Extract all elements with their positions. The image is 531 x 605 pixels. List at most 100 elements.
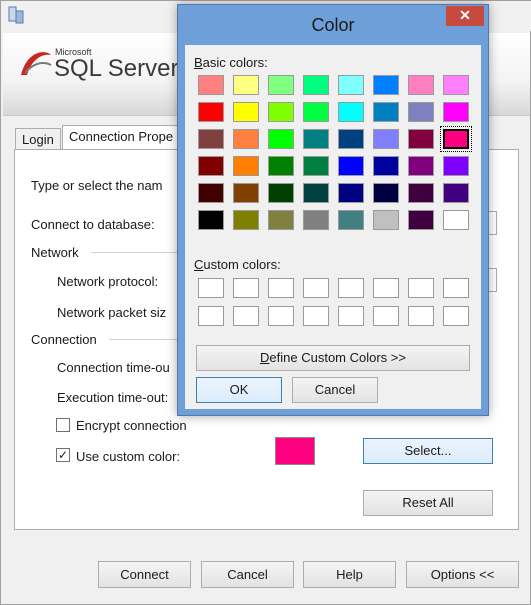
ok-button[interactable]: OK [196,377,282,403]
encrypt-connection-label: Encrypt connection [76,418,187,433]
color-dialog-title: Color [311,15,355,35]
basic-color-swatch[interactable] [443,102,469,122]
connection-group-divider [109,339,181,340]
reset-all-button[interactable]: Reset All [363,490,493,516]
basic-color-swatch[interactable] [443,156,469,176]
basic-color-swatch[interactable] [198,102,224,122]
basic-color-swatch[interactable] [303,156,329,176]
close-icon[interactable]: ✕ [446,6,484,26]
connect-button[interactable]: Connect [98,561,191,588]
network-group-label: Network [31,245,79,260]
basic-color-swatch[interactable] [408,75,434,95]
options-button[interactable]: Options << [406,561,519,588]
connection-timeout-label: Connection time-ou [57,360,170,375]
custom-color-slot[interactable] [303,278,329,298]
basic-color-swatch[interactable] [338,183,364,203]
type-or-select-label: Type or select the nam [31,178,163,193]
packet-size-label: Network packet siz [57,305,167,320]
color-dialog: Color ✕ Basic colors: Custom colors: Def… [177,4,489,416]
basic-color-swatch[interactable] [440,126,472,152]
custom-color-slot[interactable] [198,306,224,326]
network-group-divider [91,252,181,253]
basic-color-swatch[interactable] [408,210,434,230]
custom-color-slot[interactable] [443,306,469,326]
basic-color-swatch[interactable] [233,210,259,230]
basic-color-swatch[interactable] [268,129,294,149]
basic-color-swatch[interactable] [303,102,329,122]
basic-color-swatch[interactable] [268,156,294,176]
basic-color-swatch[interactable] [373,156,399,176]
basic-color-swatch[interactable] [233,102,259,122]
basic-color-swatch[interactable] [373,102,399,122]
custom-color-slot[interactable] [268,278,294,298]
basic-color-swatch[interactable] [338,75,364,95]
custom-color-slot[interactable] [443,278,469,298]
custom-colors-label: Custom colors: [194,257,281,272]
basic-color-swatch[interactable] [338,129,364,149]
custom-colors-grid [198,278,474,330]
basic-color-swatch[interactable] [408,129,434,149]
use-custom-color-label: Use custom color: [76,449,181,464]
custom-color-slot[interactable] [233,306,259,326]
basic-color-swatch[interactable] [303,183,329,203]
execution-timeout-label: Execution time-out: [57,390,169,405]
help-button[interactable]: Help [303,561,396,588]
basic-color-swatch[interactable] [373,75,399,95]
basic-color-swatch[interactable] [268,183,294,203]
basic-color-swatch[interactable] [198,156,224,176]
cancel-button[interactable]: Cancel [201,561,294,588]
custom-color-slot[interactable] [373,278,399,298]
basic-color-swatch[interactable] [443,210,469,230]
encrypt-connection-checkbox[interactable] [56,418,70,432]
basic-color-swatch[interactable] [198,129,224,149]
basic-color-swatch[interactable] [268,210,294,230]
custom-color-slot[interactable] [198,278,224,298]
connection-group-label: Connection [31,332,97,347]
custom-color-slot[interactable] [233,278,259,298]
dialog-cancel-button[interactable]: Cancel [292,377,378,403]
basic-color-swatch[interactable] [303,129,329,149]
tab-connection-properties[interactable]: Connection Prope [62,125,182,150]
color-dialog-body: Basic colors: Custom colors: Define Cust… [185,45,481,409]
basic-color-swatch[interactable] [373,183,399,203]
basic-color-swatch[interactable] [198,75,224,95]
basic-color-swatch[interactable] [408,102,434,122]
basic-color-swatch[interactable] [443,183,469,203]
basic-color-swatch[interactable] [338,102,364,122]
basic-color-swatch[interactable] [233,183,259,203]
basic-color-swatch[interactable] [303,75,329,95]
custom-color-slot[interactable] [373,306,399,326]
network-protocol-label: Network protocol: [57,274,159,289]
basic-color-swatch[interactable] [408,183,434,203]
basic-color-swatch[interactable] [443,75,469,95]
custom-color-slot[interactable] [408,278,434,298]
basic-color-swatch[interactable] [233,75,259,95]
basic-color-swatch[interactable] [198,210,224,230]
custom-color-slot[interactable] [303,306,329,326]
basic-color-swatch[interactable] [268,75,294,95]
basic-color-swatch[interactable] [303,210,329,230]
server-icon [8,6,24,24]
tab-login[interactable]: Login [15,128,61,150]
basic-color-swatch[interactable] [338,156,364,176]
custom-color-slot[interactable] [338,306,364,326]
basic-color-swatch[interactable] [198,183,224,203]
custom-color-slot[interactable] [408,306,434,326]
custom-color-slot[interactable] [338,278,364,298]
custom-color-preview [275,437,315,465]
sql-server-logo-icon [21,52,52,75]
basic-color-swatch[interactable] [338,210,364,230]
connect-to-database-label: Connect to database: [31,217,155,232]
basic-color-swatch[interactable] [268,102,294,122]
use-custom-color-checkbox[interactable]: ✓ [56,448,70,462]
basic-color-swatch[interactable] [408,156,434,176]
define-custom-colors-button[interactable]: Define Custom Colors >> [196,345,470,371]
custom-color-slot[interactable] [268,306,294,326]
basic-color-swatch[interactable] [373,129,399,149]
basic-colors-grid [198,75,474,237]
basic-color-swatch[interactable] [233,129,259,149]
basic-color-swatch[interactable] [373,210,399,230]
basic-color-swatch[interactable] [233,156,259,176]
basic-colors-label: Basic colors: [194,55,268,70]
select-color-button[interactable]: Select... [363,438,493,464]
